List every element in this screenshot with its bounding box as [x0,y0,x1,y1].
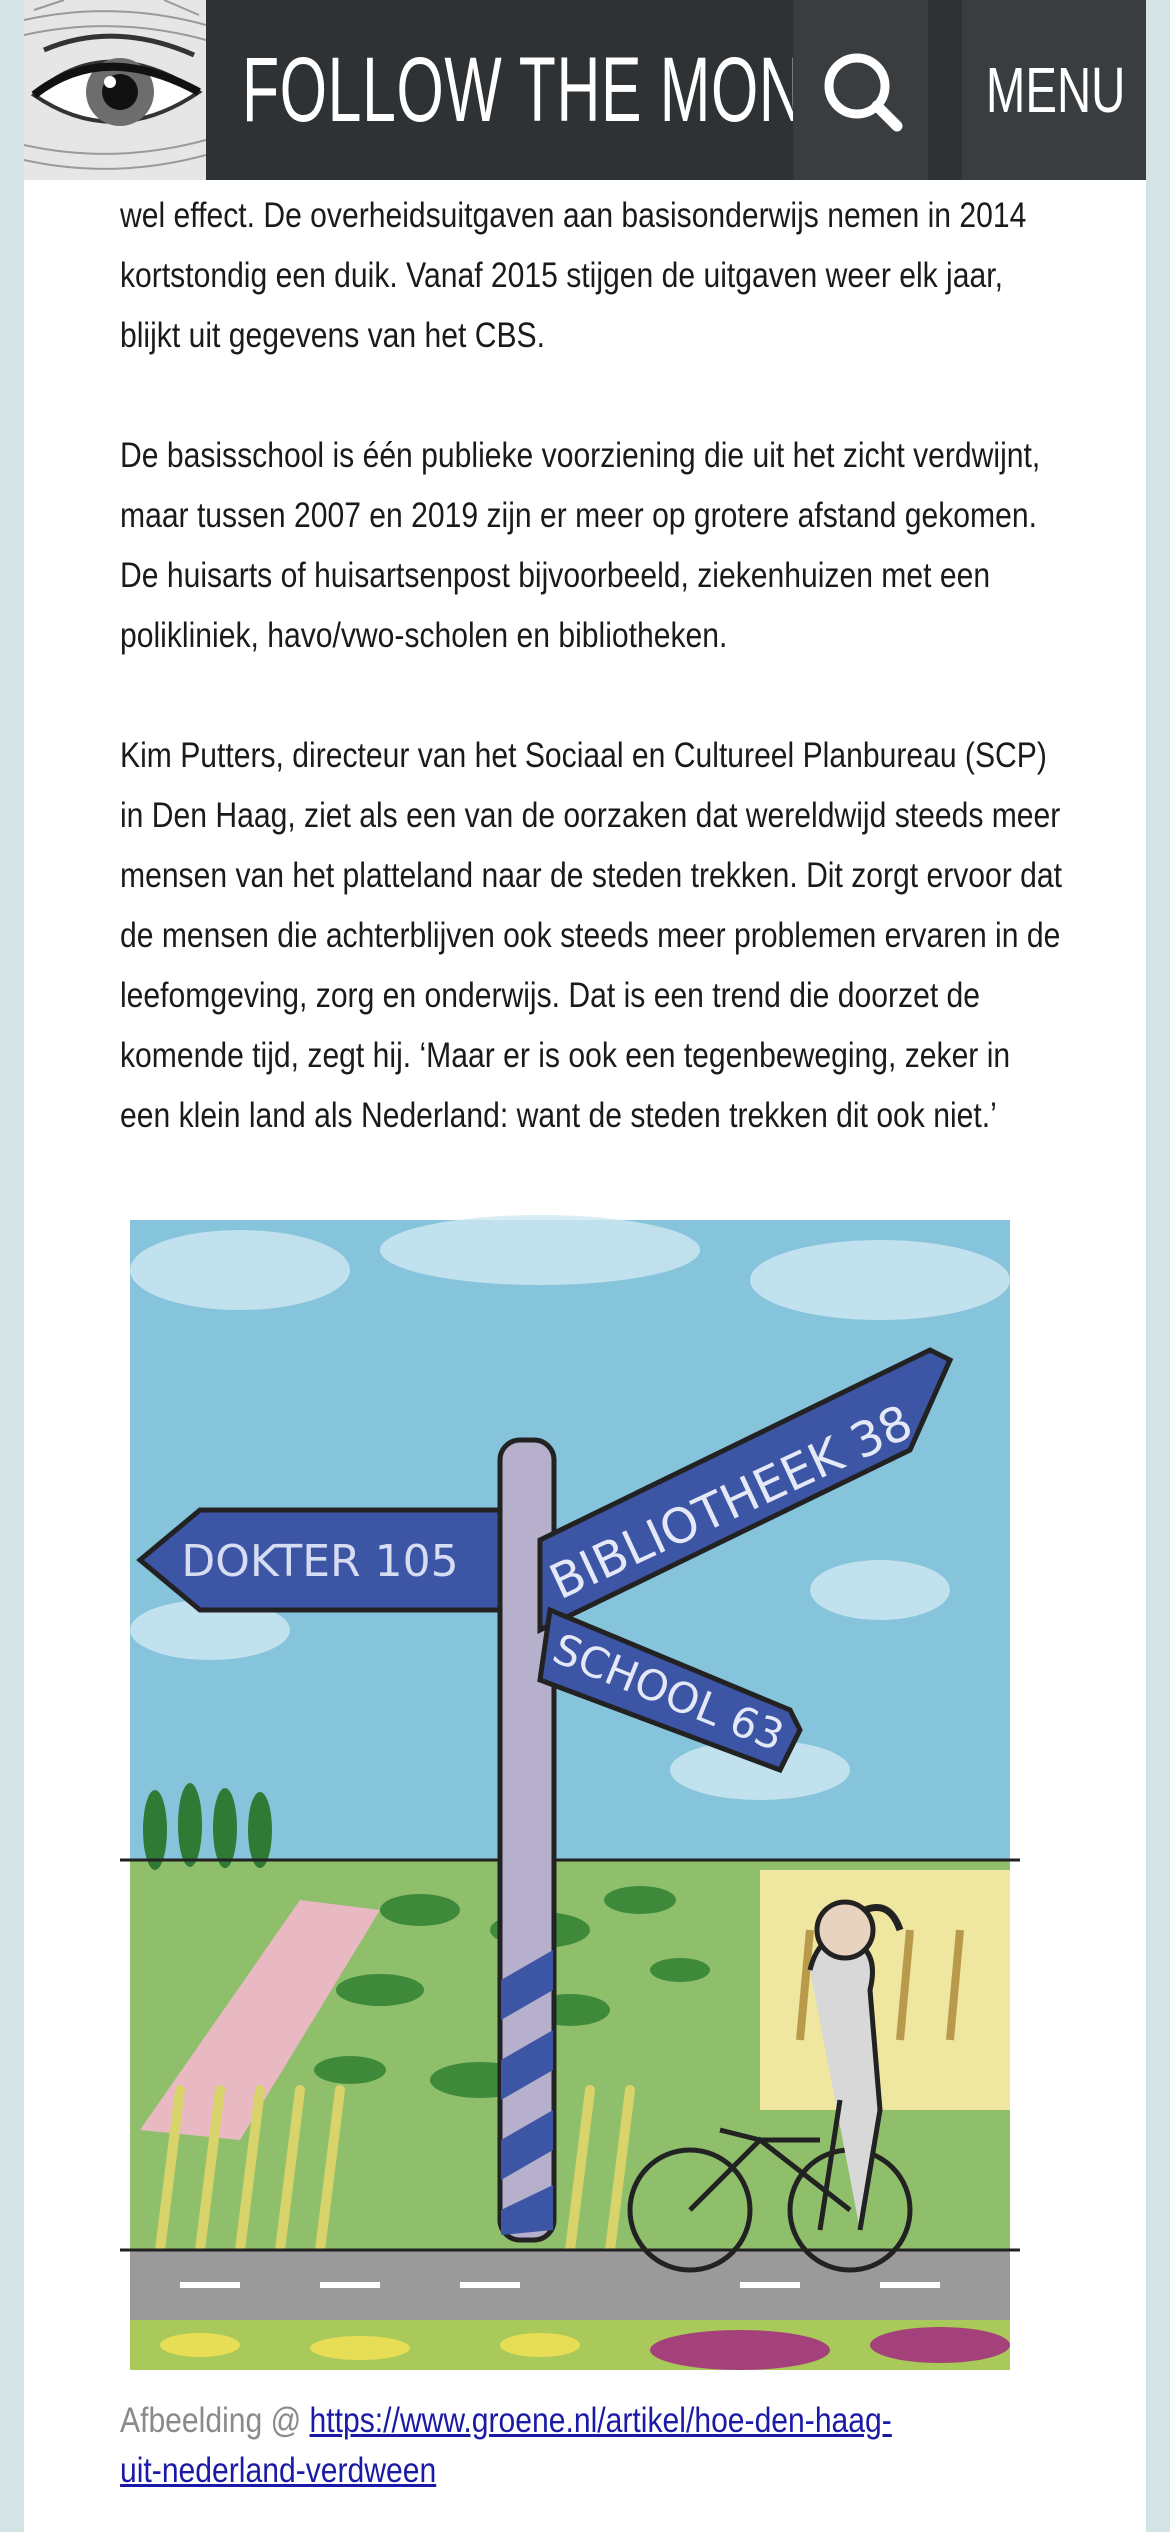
site-brand[interactable]: FOLLOW THE MONEY [242,40,886,140]
article-paragraph: De basisschool is één publieke voorzieni… [120,436,1041,655]
signpost-illustration: DOKTER 105 BIBLIOTHEEK 38 SCHOOL 63 [120,1210,1020,2380]
site-header: FOLLOW THE MONEY MENU [24,0,1146,180]
article-paragraph: wel effect. De overheidsuitgaven aan bas… [120,196,1027,355]
article-paragraph: Kim Putters, directeur van het Sociaal e… [120,736,1063,1135]
dokter-sign: DOKTER 105 [136,1507,503,1613]
sign-dokter-label: DOKTER 105 [181,1536,458,1587]
menu-label: MENU [985,54,1126,126]
caption-prefix: Afbeelding @ [120,2401,310,2440]
menu-button[interactable]: MENU [962,0,1146,180]
image-caption: Afbeelding @ https://www.groene.nl/artik… [120,2396,928,2496]
search-button[interactable] [793,0,928,180]
search-icon [824,53,903,132]
article-body: wel effect. De overheidsuitgaven aan bas… [120,186,1062,1206]
eye-logo-icon[interactable] [24,0,206,180]
